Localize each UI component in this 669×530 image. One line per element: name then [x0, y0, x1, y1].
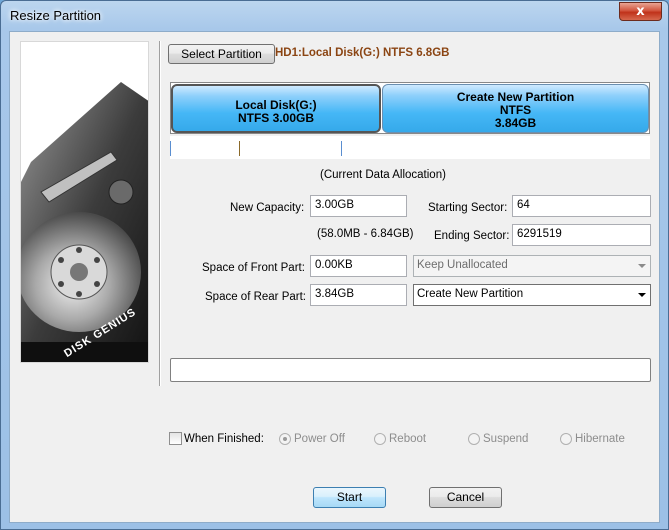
radio-reboot[interactable]	[374, 433, 386, 445]
disk-genius-illustration: DISK GENIUS	[20, 41, 149, 363]
new-capacity-input[interactable]: 3.00GB	[310, 195, 407, 217]
when-finished-label[interactable]: When Finished:	[184, 433, 264, 445]
radio-hibernate[interactable]	[560, 433, 572, 445]
front-space-action-select: Keep Unallocated	[413, 255, 651, 277]
chevron-down-icon[interactable]	[638, 293, 646, 297]
partition-block-local-disk[interactable]: Local Disk(G:) NTFS 3.00GB	[171, 84, 381, 133]
allocation-tick	[239, 141, 240, 156]
allocation-tick	[341, 141, 342, 156]
power-off-label[interactable]: Power Off	[294, 433, 345, 445]
title-bar[interactable]: Resize Partition x	[1, 1, 668, 31]
ending-sector-label: Ending Sector:	[434, 230, 510, 242]
front-space-label: Space of Front Part:	[202, 262, 305, 274]
chevron-down-icon	[638, 264, 646, 268]
starting-sector-input[interactable]: 64	[512, 195, 651, 217]
radio-suspend[interactable]	[468, 433, 480, 445]
hibernate-label[interactable]: Hibernate	[575, 433, 625, 445]
rear-space-label: Space of Rear Part:	[205, 291, 306, 303]
radio-power-off[interactable]	[279, 433, 291, 445]
ending-sector-input[interactable]: 6291519	[512, 224, 651, 246]
suspend-label[interactable]: Suspend	[483, 433, 528, 445]
front-action-value: Keep Unallocated	[417, 259, 508, 271]
starting-sector-label: Starting Sector:	[428, 202, 508, 214]
rear-action-value: Create New Partition	[417, 288, 524, 300]
reboot-label[interactable]: Reboot	[389, 433, 426, 445]
close-button[interactable]: x	[619, 2, 662, 21]
allocation-tick	[170, 141, 171, 156]
rear-space-action-select[interactable]: Create New Partition	[413, 284, 651, 306]
partition-size: 3.84GB	[494, 116, 537, 130]
close-icon: x	[636, 4, 645, 19]
partition-block-new[interactable]: Create New Partition NTFS 3.84GB	[382, 84, 649, 133]
resize-partition-window: Resize Partition x DISK GENIUS Select Pa…	[0, 0, 669, 530]
when-finished-checkbox[interactable]	[169, 432, 182, 445]
start-button[interactable]: Start	[313, 487, 386, 508]
data-allocation-ruler	[170, 136, 650, 159]
disk-label: HD1:Local Disk(G:) NTFS 6.8GB	[275, 47, 450, 59]
select-partition-button[interactable]: Select Partition	[168, 44, 275, 64]
partition-map: Local Disk(G:) NTFS 3.00GB Create New Pa…	[170, 82, 650, 134]
capacity-range: (58.0MB - 6.84GB)	[317, 228, 414, 240]
progress-bar	[170, 358, 651, 382]
front-space-input[interactable]: 0.00KB	[310, 255, 407, 277]
vertical-separator	[159, 41, 161, 386]
rear-space-input[interactable]: 3.84GB	[310, 284, 407, 306]
new-capacity-label: New Capacity:	[230, 202, 305, 214]
window-title: Resize Partition	[10, 8, 102, 23]
cancel-button[interactable]: Cancel	[429, 487, 502, 508]
allocation-caption: (Current Data Allocation)	[320, 169, 446, 181]
partition-info: NTFS 3.00GB	[237, 111, 315, 125]
